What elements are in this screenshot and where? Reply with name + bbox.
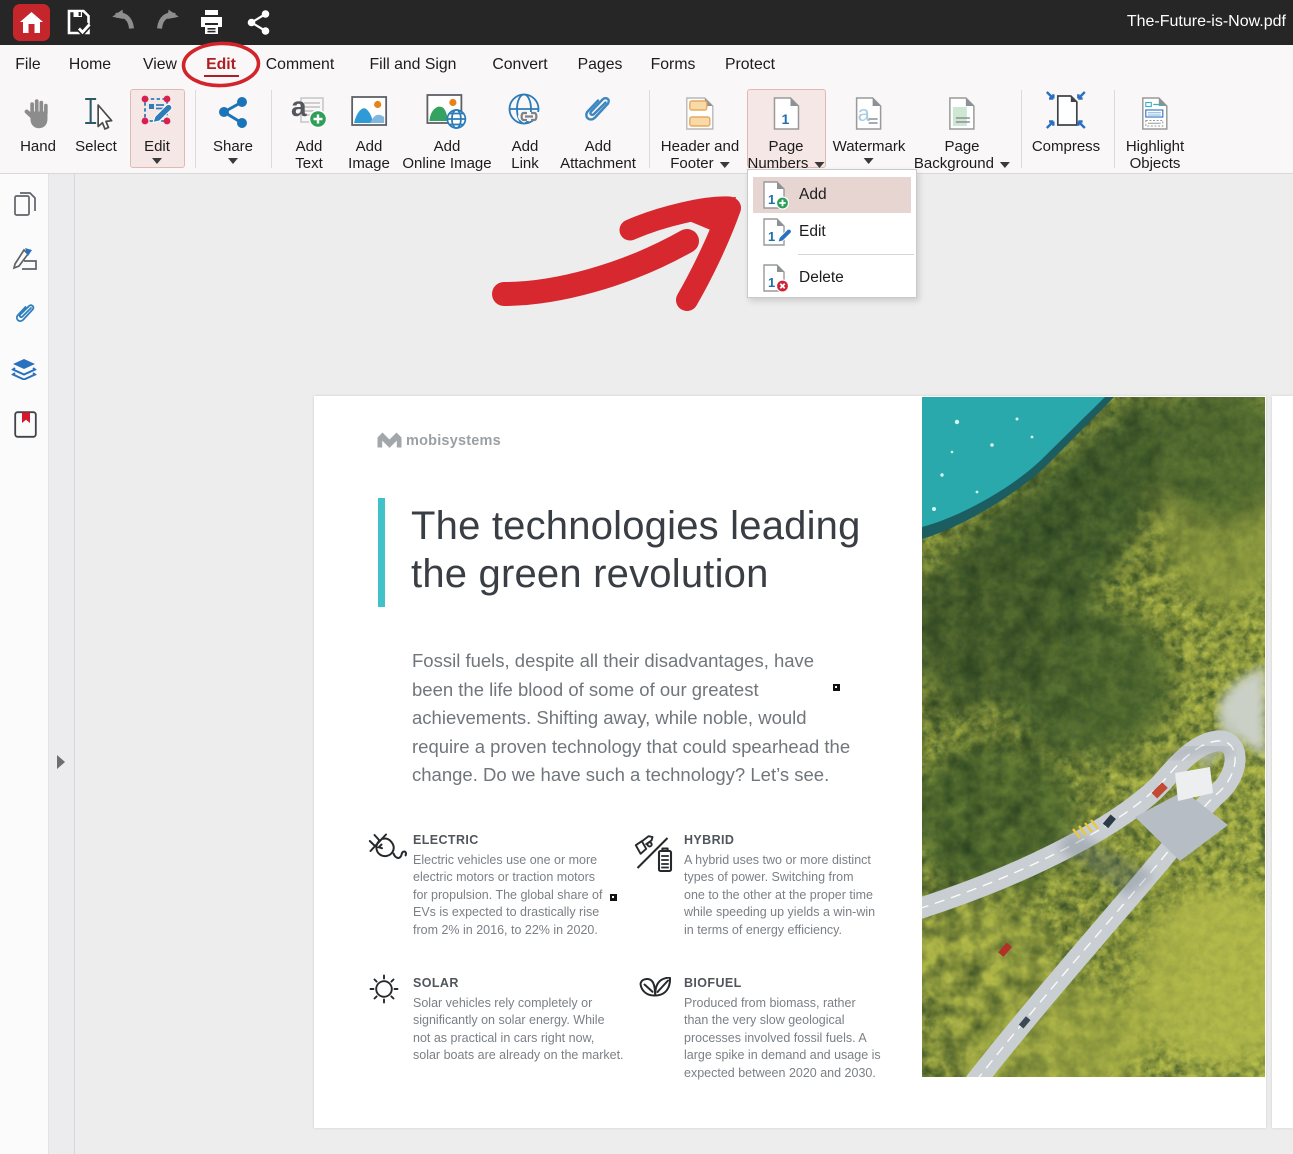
svg-text:1: 1 xyxy=(768,192,775,207)
svg-text:1: 1 xyxy=(768,229,775,244)
svg-text:1: 1 xyxy=(768,275,775,290)
svg-text:a: a xyxy=(291,92,307,122)
svg-text:1: 1 xyxy=(781,111,789,127)
